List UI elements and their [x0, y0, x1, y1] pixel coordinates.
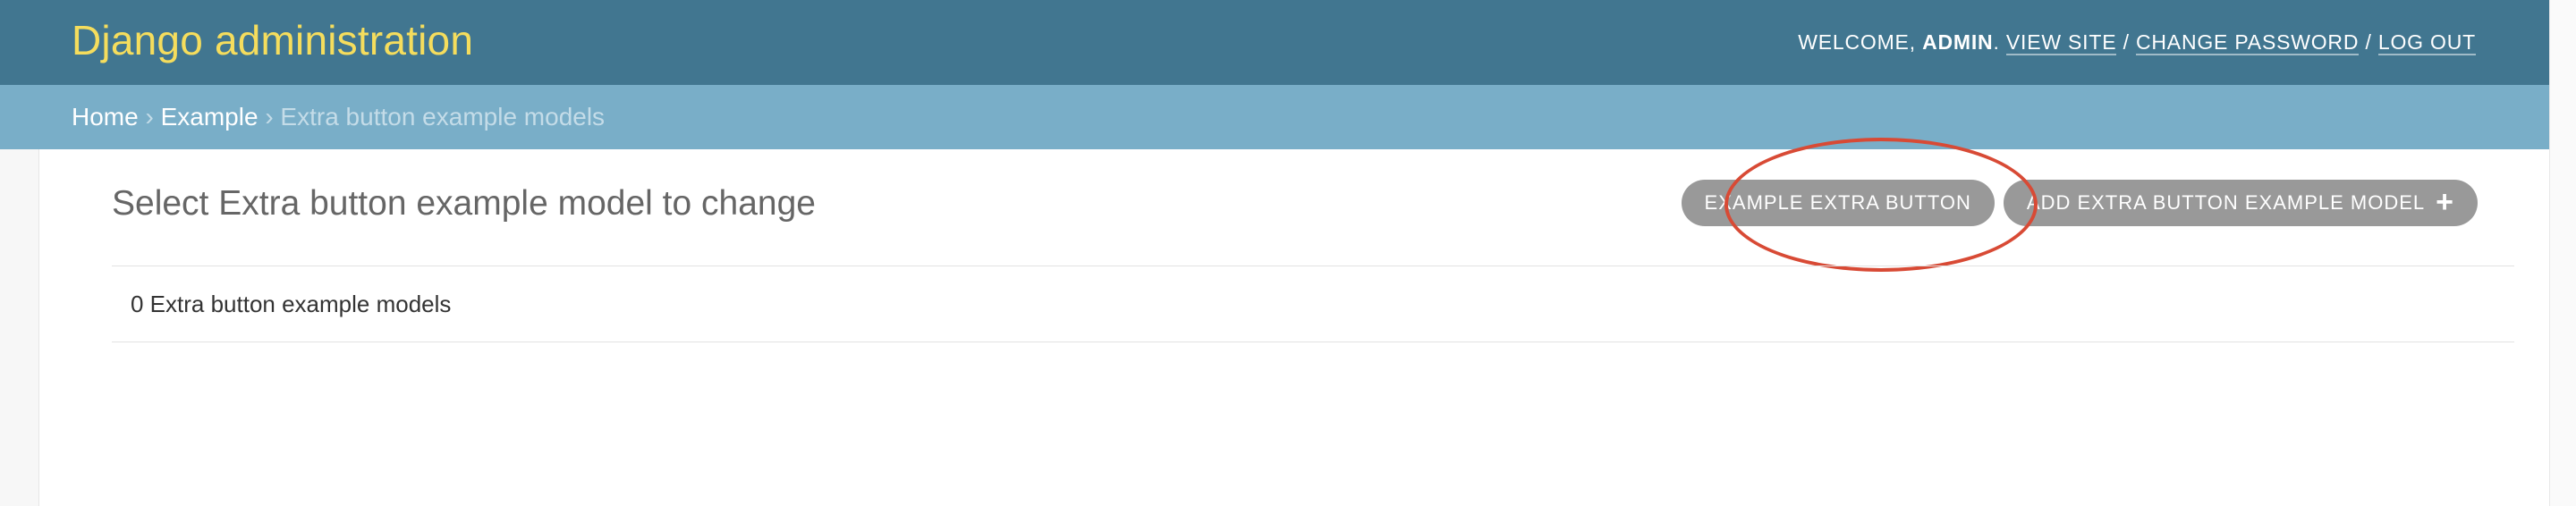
example-extra-button[interactable]: Example extra button	[1681, 180, 1995, 226]
log-out-link[interactable]: Log out	[2377, 30, 2476, 55]
user-tools: Welcome, admin. View site / Change passw…	[1798, 30, 2476, 55]
welcome-suffix: .	[1993, 30, 2000, 54]
site-branding[interactable]: Django administration	[72, 16, 473, 64]
nav-sidebar-edge	[0, 149, 39, 506]
changelist-results: 0 Extra button example models	[112, 266, 2514, 342]
breadcrumb-current: Extra button example models	[280, 103, 606, 131]
breadcrumb: Home › Example › Extra button example mo…	[0, 85, 2549, 149]
add-extra-button-example-model-button[interactable]: Add extra button example model +	[2003, 180, 2478, 226]
welcome-text: Welcome,	[1798, 30, 1923, 54]
object-tools: Example extra button Add extra button ex…	[1681, 180, 2478, 226]
example-extra-button-label: Example extra button	[1704, 191, 1971, 214]
breadcrumb-app[interactable]: Example	[161, 103, 258, 131]
view-site-link[interactable]: View site	[2005, 30, 2117, 55]
breadcrumb-separator: ›	[145, 103, 154, 131]
result-count: 0 Extra button example models	[131, 291, 452, 317]
breadcrumb-separator: ›	[265, 103, 274, 131]
scrollbar[interactable]	[2549, 0, 2576, 506]
separator: /	[2365, 30, 2372, 54]
separator: /	[2123, 30, 2130, 54]
plus-icon: +	[2436, 184, 2454, 219]
breadcrumb-home[interactable]: Home	[72, 103, 139, 131]
page-title: Select Extra button example model to cha…	[112, 184, 816, 223]
change-password-link[interactable]: Change password	[2135, 30, 2360, 55]
add-button-label: Add extra button example model	[2026, 191, 2426, 214]
username: admin	[1922, 30, 1994, 54]
header: Django administration Welcome, admin. Vi…	[0, 0, 2549, 85]
